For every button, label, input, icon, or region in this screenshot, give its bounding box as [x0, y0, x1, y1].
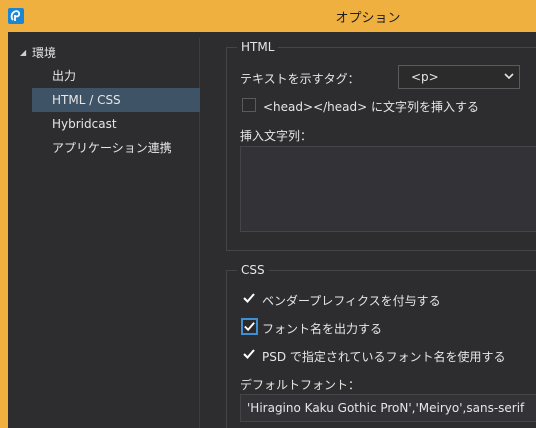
tree-item-hybridcast[interactable]: Hybridcast: [32, 112, 200, 136]
tree-item-html-css[interactable]: HTML / CSS: [32, 88, 200, 112]
psd-font-label: PSD で指定されているフォント名を使用する: [262, 350, 506, 364]
default-font-label: デフォルトフォント：: [240, 378, 361, 392]
psd-font-checkbox[interactable]: [242, 347, 256, 361]
tag-select[interactable]: <p>: [398, 65, 520, 89]
checkmark-icon: [244, 322, 255, 332]
tree-root-environment[interactable]: ◢ 環境: [20, 43, 56, 61]
tree-expand-icon[interactable]: ◢: [20, 48, 32, 57]
css-group-title: CSS: [237, 263, 269, 277]
insert-string-textarea[interactable]: [240, 146, 536, 232]
tree-root-label: 環境: [32, 45, 57, 60]
tag-select-value: <p>: [411, 70, 439, 84]
tag-label: テキストを示すタグ：: [240, 72, 360, 86]
insert-string-label: 挿入文字列：: [240, 129, 313, 143]
output-font-label: フォント名を出力する: [262, 322, 383, 336]
checkmark-icon: [243, 293, 255, 303]
tree-item-app-integration[interactable]: アプリケーション連携: [32, 136, 200, 160]
output-font-checkbox[interactable]: [241, 318, 258, 335]
title-bar[interactable]: オプション: [0, 0, 536, 32]
tree-item-output[interactable]: 出力: [32, 64, 200, 88]
vendor-prefix-label: ベンダープレフィクスを付与する: [262, 294, 441, 308]
default-font-input[interactable]: 'Hiragino Kaku Gothic ProN','Meiryo',san…: [240, 394, 536, 422]
html-group-title: HTML: [237, 40, 279, 54]
vendor-prefix-checkbox[interactable]: [242, 291, 256, 305]
chevron-down-icon: [504, 73, 514, 80]
window-title: オプション: [335, 11, 401, 26]
settings-tree: ◢ 環境 出力 HTML / CSS Hybridcast アプリケーション連携: [14, 38, 200, 428]
head-insert-label: <head></head> に文字列を挿入する: [263, 100, 479, 114]
head-insert-checkbox[interactable]: [242, 98, 256, 112]
checkmark-icon: [243, 349, 255, 359]
